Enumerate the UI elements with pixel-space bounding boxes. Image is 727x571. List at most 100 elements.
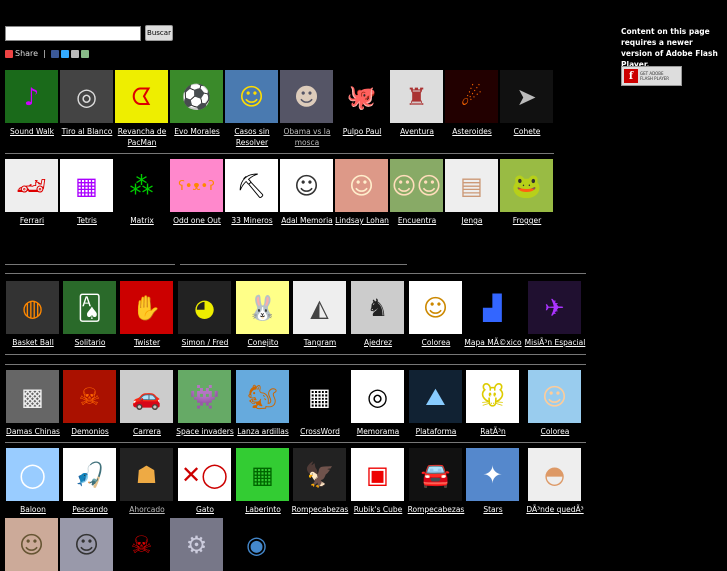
game-tile[interactable]: ▩ Damas Chinas	[6, 370, 61, 437]
game-thumbnail[interactable]: ◯	[6, 448, 59, 501]
game-thumbnail[interactable]: ☺	[225, 70, 278, 123]
game-thumbnail[interactable]: ☺☺	[390, 159, 443, 212]
game-tile[interactable]: ☺ Colorea	[409, 281, 464, 348]
game-thumbnail[interactable]: ✈	[528, 281, 581, 334]
game-thumbnail[interactable]: ◎	[60, 70, 113, 123]
game-thumbnail[interactable]: ➤	[500, 70, 553, 123]
game-label[interactable]: RatÃ³n	[461, 426, 525, 437]
game-tile[interactable]: ♜ Aventura	[390, 70, 445, 137]
game-thumbnail[interactable]: 🚘	[409, 448, 462, 501]
game-tile[interactable]: ⛏ 33 Mineros	[225, 159, 280, 226]
email-icon[interactable]	[70, 49, 79, 58]
game-label[interactable]: Pescando	[58, 504, 122, 515]
game-thumbnail[interactable]: 🎣	[63, 448, 116, 501]
game-tile[interactable]: 🐸 Frogger	[500, 159, 555, 226]
game-label[interactable]: Lanza ardillas	[231, 426, 295, 437]
game-label[interactable]: Frogger	[495, 215, 559, 226]
game-tile[interactable]: ▟ Mapa MÃ©xico	[464, 281, 522, 348]
game-tile[interactable]: ✦ Stars	[466, 448, 521, 515]
game-tile[interactable]: ☺ Adal Memoria	[280, 159, 335, 226]
game-tile[interactable]: ✈ MisiÃ³n Espacial	[525, 281, 585, 348]
game-tile[interactable]: 🐰 Conejito	[236, 281, 291, 348]
game-thumbnail[interactable]: ʕ•ᴥ•ʔ	[170, 159, 223, 212]
search-button[interactable]: Buscar	[145, 25, 173, 41]
game-thumbnail[interactable]: ☺	[335, 159, 388, 212]
game-label[interactable]: MisiÃ³n Espacial	[523, 337, 587, 348]
game-tile[interactable]: ◍ Basket Ball	[6, 281, 61, 348]
game-label[interactable]: Demonios	[58, 426, 122, 437]
game-label[interactable]: Tangram	[288, 337, 352, 348]
share-bar[interactable]: Share |	[5, 49, 89, 58]
game-thumbnail[interactable]: ♪	[5, 70, 58, 123]
game-tile[interactable]: ⛰ Plataforma	[409, 370, 464, 437]
game-thumbnail[interactable]: ✋	[120, 281, 173, 334]
game-label[interactable]: Rubik's Cube	[346, 504, 410, 515]
game-thumbnail[interactable]: 🂡	[63, 281, 116, 334]
game-label[interactable]: Plataforma	[404, 426, 468, 437]
game-tile[interactable]: ◕ Simon / Fred	[178, 281, 233, 348]
game-tile[interactable]: ᗧ Revancha de PacMan	[115, 70, 170, 148]
game-label[interactable]: Colorea	[404, 337, 468, 348]
game-tile[interactable]: 🐙 Pulpo Paul	[335, 70, 390, 137]
game-tile[interactable]: ☄ Asteroides	[445, 70, 500, 137]
game-thumbnail[interactable]: 🐭	[466, 370, 519, 423]
game-thumbnail[interactable]: 👾	[178, 370, 231, 423]
game-thumbnail[interactable]: ◕	[178, 281, 231, 334]
game-label[interactable]: Cohete	[495, 126, 559, 137]
game-tile[interactable]: ✕◯ Gato	[178, 448, 233, 515]
game-label[interactable]: Ahorcado	[115, 504, 179, 515]
game-thumbnail[interactable]: ☺	[280, 159, 333, 212]
game-thumbnail[interactable]: ☗	[120, 448, 173, 501]
game-thumbnail[interactable]: 🐰	[236, 281, 289, 334]
game-tile[interactable]: ♪ Sound Walk	[5, 70, 60, 137]
game-thumbnail[interactable]: ◎	[351, 370, 404, 423]
game-tile[interactable]: 🐿 Lanza ardillas	[236, 370, 291, 437]
game-label[interactable]: Conejito	[231, 337, 295, 348]
game-thumbnail[interactable]: 🏎	[5, 159, 58, 212]
game-thumbnail[interactable]: ✕◯	[178, 448, 231, 501]
game-label[interactable]: Stars	[461, 504, 525, 515]
game-tile[interactable]: ◎ Tiro al Blanco	[60, 70, 115, 137]
game-label[interactable]: Memorama	[346, 426, 410, 437]
game-label[interactable]: Baloon	[1, 504, 65, 515]
game-tile[interactable]: ◎ Memorama	[351, 370, 406, 437]
game-tile[interactable]: ◭ Tangram	[293, 281, 348, 348]
game-thumbnail[interactable]: ⛰	[409, 370, 462, 423]
game-label[interactable]: CrossWord	[288, 426, 352, 437]
game-thumbnail[interactable]: 🦅	[293, 448, 346, 501]
share-label[interactable]: Share	[15, 49, 38, 58]
game-thumbnail[interactable]: ▣	[351, 448, 404, 501]
game-tile[interactable]: 👾 Space invaders	[176, 370, 234, 437]
game-tile[interactable]: ⚽ Evo Morales	[170, 70, 225, 137]
game-thumbnail[interactable]: ▦	[293, 370, 346, 423]
game-label[interactable]: Basket Ball	[1, 337, 65, 348]
game-label[interactable]: Space invaders	[173, 426, 237, 437]
print-icon[interactable]	[80, 49, 89, 58]
game-tile[interactable]: 🐭 RatÃ³n	[466, 370, 521, 437]
game-label[interactable]: Simon / Fred	[173, 337, 237, 348]
game-tile[interactable]: ▣ Rubik's Cube	[351, 448, 406, 515]
game-tile[interactable]: ♞ Ajedrez	[351, 281, 406, 348]
search-input[interactable]	[5, 26, 141, 41]
game-tile[interactable]: ☺ Casos sin Resolver	[225, 70, 280, 148]
game-label[interactable]: Twister	[115, 337, 179, 348]
game-label[interactable]: Damas Chinas	[1, 426, 65, 437]
game-tile[interactable]: ☻ Obama vs la mosca	[280, 70, 335, 148]
game-label[interactable]: Solitario	[58, 337, 122, 348]
game-tile[interactable]: ◯ Baloon	[6, 448, 61, 515]
game-tile[interactable]: ▦ Tetris	[60, 159, 115, 226]
game-label[interactable]: Mapa MÃ©xico	[461, 337, 525, 348]
game-label[interactable]: Ajedrez	[346, 337, 410, 348]
game-tile[interactable]: ʕ•ᴥ•ʔ Odd one Out	[170, 159, 225, 226]
game-thumbnail[interactable]: ▦	[60, 159, 113, 212]
game-tile[interactable]: ☗ Ahorcado	[120, 448, 175, 515]
game-thumbnail[interactable]: ⚽	[170, 70, 223, 123]
game-thumbnail[interactable]: ⁂	[115, 159, 168, 212]
game-label[interactable]: DÃ³nde quedÃ³	[523, 504, 587, 515]
game-thumbnail[interactable]: ♜	[390, 70, 443, 123]
game-thumbnail[interactable]: 🐙	[335, 70, 388, 123]
game-thumbnail[interactable]: 🚗	[120, 370, 173, 423]
game-tile[interactable]: ➤ Cohete	[500, 70, 555, 137]
get-flash-player-button[interactable]: f GET ADOBE FLASH PLAYER	[621, 66, 682, 86]
game-label[interactable]: Laberinto	[231, 504, 295, 515]
